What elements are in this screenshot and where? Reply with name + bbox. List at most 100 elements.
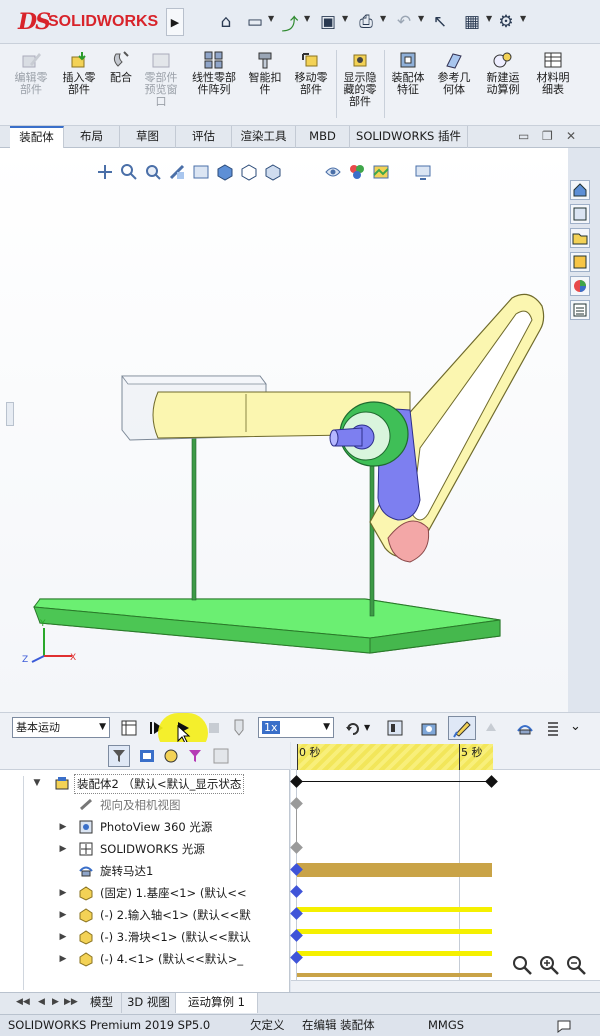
add-key-icon[interactable] <box>482 719 500 737</box>
collapse-icon[interactable]: ▼ <box>32 772 42 794</box>
filter-animated-icon[interactable] <box>138 747 156 765</box>
expand-icon[interactable]: ▶ <box>58 838 68 860</box>
undo-icon[interactable]: ↶ <box>392 8 416 36</box>
save-animation-icon[interactable] <box>386 719 404 737</box>
expand-icon[interactable]: ▶ <box>58 904 68 926</box>
tree-root-row[interactable]: ▼ 装配体2 （默认<默认_显示状态 <box>0 772 290 794</box>
spring-icon[interactable] <box>544 719 562 737</box>
appearances-icon[interactable] <box>570 276 590 296</box>
tab-3d-views[interactable]: 3D 视图 <box>122 993 176 1013</box>
close-icon[interactable]: ✕ <box>566 129 576 143</box>
file-explorer-icon[interactable] <box>570 228 590 248</box>
unit-system[interactable]: MMGS <box>428 1015 464 1035</box>
expand-icon[interactable]: ▶ <box>58 948 68 970</box>
filter-results-icon[interactable] <box>212 747 230 765</box>
insert-components-button[interactable]: 插入零 部件 <box>56 50 102 96</box>
custom-properties-icon[interactable] <box>570 300 590 320</box>
tab-evaluate[interactable]: 评估 <box>176 126 232 148</box>
key-point[interactable] <box>485 775 498 788</box>
stop-icon[interactable] <box>206 720 222 736</box>
component-preview-button[interactable]: 零部件 预览窗 口 <box>138 50 184 108</box>
key-point[interactable] <box>290 841 303 854</box>
tree-item-camera-views[interactable]: 视向及相机视图 <box>0 794 290 816</box>
motion-timeline[interactable]: 0 秒 5 秒 <box>290 742 600 992</box>
playback-speed-select[interactable]: 1x ▼ <box>258 717 334 738</box>
timeline-scrollbar[interactable] <box>291 980 600 992</box>
chevron-down-icon[interactable]: ⌄ <box>570 719 581 734</box>
tab-layout[interactable]: 布局 <box>64 126 120 148</box>
tab-motion-study-1[interactable]: 运动算例 1 <box>176 993 258 1013</box>
tab-mbd[interactable]: MBD <box>296 126 350 148</box>
show-hidden-components-button[interactable]: 显示隐 藏的零 部件 <box>338 50 382 108</box>
tree-item-input-shaft[interactable]: ▶ (-) 2.输入轴<1> (默认<<默 <box>0 904 290 926</box>
key-point[interactable] <box>290 885 303 898</box>
scroll-last-icon[interactable]: ▶▶ <box>64 997 78 1007</box>
tree-item-rotary-motor[interactable]: 旋转马达1 <box>0 860 290 882</box>
expand-icon[interactable]: ▶ <box>58 816 68 838</box>
edit-component-button[interactable]: 编辑零 部件 <box>8 50 54 96</box>
tab-sketch[interactable]: 草图 <box>120 126 176 148</box>
assembly-features-button[interactable]: 装配体 特征 <box>386 50 430 96</box>
part-timeline-bar[interactable] <box>297 951 492 956</box>
filter-driving-icon[interactable] <box>162 747 180 765</box>
tree-scrollbar[interactable] <box>14 776 24 990</box>
filter-selected-icon[interactable] <box>186 747 204 765</box>
scroll-prev-icon[interactable]: ◀ <box>38 997 45 1007</box>
quick-tips-icon[interactable] <box>556 1018 572 1034</box>
save-icon[interactable]: ▣ <box>316 8 340 36</box>
graphics-area[interactable]: Y X Z <box>0 148 568 712</box>
linear-pattern-button[interactable]: 线性零部 件阵列 <box>186 50 242 96</box>
tab-render-tools[interactable]: 渲染工具 <box>232 126 296 148</box>
study-type-select[interactable]: 基本运动 ▼ <box>12 717 110 738</box>
mechanism-model[interactable]: Y X Z <box>0 148 568 712</box>
key-point[interactable] <box>290 775 303 788</box>
minimize-icon[interactable]: ▭ <box>518 129 529 143</box>
part-timeline-bar[interactable] <box>297 929 492 934</box>
restore-icon[interactable]: ❐ <box>542 129 553 143</box>
smart-fasteners-button[interactable]: 智能扣 件 <box>244 50 286 96</box>
motor-icon[interactable] <box>516 719 534 737</box>
tree-item-photoview-lights[interactable]: ▶ PhotoView 360 光源 <box>0 816 290 838</box>
tab-assembly[interactable]: 装配体 <box>10 126 64 148</box>
design-library-icon[interactable] <box>570 204 590 224</box>
mate-button[interactable]: 配合 <box>104 50 138 84</box>
motor-timeline-bar[interactable] <box>297 863 492 877</box>
select-icon[interactable]: ↖ <box>428 8 452 36</box>
zoom-to-fit-timeline-icon[interactable] <box>511 954 533 976</box>
tree-item-base[interactable]: ▶ (固定) 1.基座<1> (默认<< <box>0 882 290 904</box>
new-motion-study-button[interactable]: 新建运 动算例 <box>478 50 528 96</box>
tree-item-solidworks-lights[interactable]: ▶ SOLIDWORKS 光源 <box>0 838 290 860</box>
filter-button[interactable] <box>108 745 130 767</box>
scroll-first-icon[interactable]: ◀◀ <box>16 997 30 1007</box>
bill-of-materials-button[interactable]: 材料明 细表 <box>530 50 576 96</box>
calculate-icon[interactable] <box>120 719 138 737</box>
part-timeline-bar[interactable] <box>297 973 492 977</box>
zoom-out-icon[interactable] <box>565 954 587 976</box>
print-icon[interactable]: ⎙ <box>354 8 378 36</box>
part-icon <box>79 886 93 901</box>
new-document-icon[interactable]: ▭ <box>243 8 267 36</box>
rebuild-icon[interactable]: ▦ <box>460 8 484 36</box>
zoom-in-icon[interactable] <box>538 954 560 976</box>
playback-mode-icon[interactable] <box>344 719 362 737</box>
home-icon[interactable] <box>570 180 590 200</box>
tab-solidworks-addins[interactable]: SOLIDWORKS 插件 <box>350 126 468 148</box>
part-timeline-bar[interactable] <box>297 907 492 912</box>
expand-icon[interactable]: ▶ <box>58 882 68 904</box>
playback-slider-icon[interactable] <box>232 718 246 738</box>
reference-geometry-button[interactable]: 参考几 何体 <box>432 50 476 96</box>
animation-wizard-icon[interactable] <box>420 719 438 737</box>
expand-icon[interactable]: ▶ <box>58 926 68 948</box>
tab-model[interactable]: 模型 <box>82 993 122 1013</box>
open-icon[interactable]: ⤴ <box>278 8 302 36</box>
tree-item-part-4[interactable]: ▶ (-) 4.<1> (默认<<默认>_ <box>0 948 290 970</box>
move-component-button[interactable]: 移动零 部件 <box>288 50 334 96</box>
options-icon[interactable]: ⚙ <box>494 8 518 36</box>
view-palette-icon[interactable] <box>570 252 590 272</box>
expand-menu-icon[interactable]: ▶ <box>166 8 184 36</box>
autokey-button[interactable] <box>448 716 476 740</box>
collapse-panel-handle[interactable] <box>6 402 14 426</box>
home-icon[interactable]: ⌂ <box>214 8 238 36</box>
scroll-next-icon[interactable]: ▶ <box>52 997 59 1007</box>
tree-item-slider[interactable]: ▶ (-) 3.滑块<1> (默认<<默认 <box>0 926 290 948</box>
